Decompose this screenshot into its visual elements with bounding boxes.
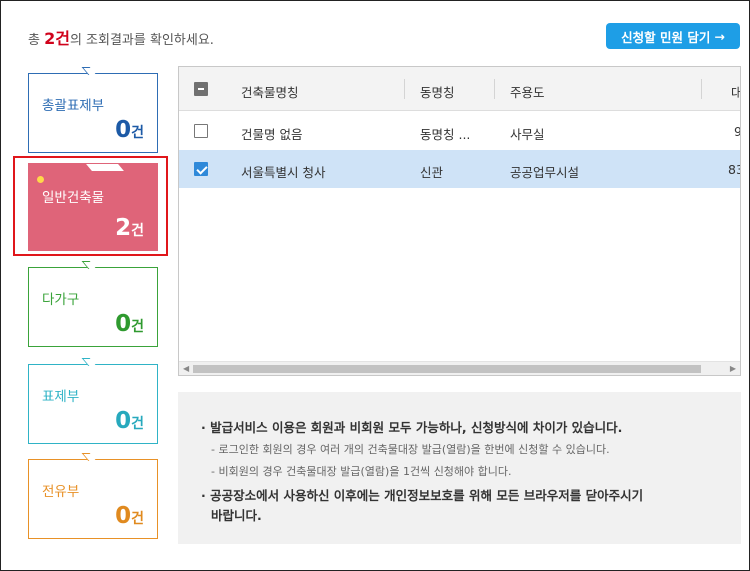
- cell-name: 서울특별시 청사: [241, 165, 326, 180]
- card-count: 0건: [115, 503, 144, 529]
- notice-item: · 공공장소에서 사용하신 이후에는 개인정보보호를 위해 모든 브라우저를 닫…: [201, 488, 644, 503]
- cell-extra: 83: [728, 162, 740, 177]
- cell-name: 건물명 없음: [241, 127, 303, 142]
- scroll-right-icon[interactable]: ▶: [730, 364, 736, 373]
- card-title-section[interactable]: 표제부 0건: [28, 358, 158, 444]
- results-table: 건축물명칭 동명칭 주용도 대 건물명 없음 동명칭 ... 사무실 9 서울특…: [178, 66, 741, 376]
- card-label: 총괄표제부: [42, 98, 105, 114]
- row-checkbox[interactable]: [194, 162, 208, 176]
- card-general-building[interactable]: 일반건축물 2건: [28, 163, 158, 251]
- scroll-left-icon[interactable]: ◀: [183, 364, 189, 373]
- page-frame: 총 2건의 조회결과를 확인하세요. 신청할 민원 담기 → 총괄표제부 0건 …: [0, 0, 750, 571]
- card-count: 0건: [115, 117, 144, 143]
- result-count: 2건: [44, 29, 70, 48]
- column-header-use[interactable]: 주용도: [510, 82, 545, 101]
- card-label: 표제부: [42, 389, 80, 405]
- card-label: 전유부: [42, 484, 80, 500]
- card-multi-family[interactable]: 다가구 0건: [28, 261, 158, 347]
- column-header-extra[interactable]: 대: [731, 82, 740, 101]
- selected-indicator-icon: [37, 176, 44, 183]
- card-count: 2건: [115, 215, 144, 241]
- notice-box: · 발급서비스 이용은 회원과 비회원 모두 가능하나, 신청방식에 차이가 있…: [178, 392, 741, 544]
- notice-item: · 발급서비스 이용은 회원과 비회원 모두 가능하나, 신청방식에 차이가 있…: [201, 420, 623, 435]
- column-header-dong[interactable]: 동명칭: [420, 82, 455, 101]
- card-count: 0건: [115, 408, 144, 434]
- horizontal-scrollbar[interactable]: ◀ ▶: [179, 361, 740, 375]
- card-count: 0건: [115, 311, 144, 337]
- summary-suffix: 의 조회결과를 확인하세요.: [69, 33, 214, 48]
- card-label: 다가구: [42, 292, 80, 308]
- add-to-cart-label: 신청할 민원 담기: [621, 29, 711, 45]
- cell-use: 사무실: [510, 127, 545, 142]
- cell-extra: 9: [734, 124, 740, 139]
- row-checkbox[interactable]: [194, 124, 208, 138]
- notice-item-continued: 바랍니다.: [211, 508, 262, 523]
- summary-prefix: 총: [28, 33, 45, 48]
- result-summary: 총 2건의 조회결과를 확인하세요.: [28, 25, 214, 49]
- cell-use: 공공업무시설: [510, 165, 580, 180]
- card-exclusive-section[interactable]: 전유부 0건: [28, 453, 158, 539]
- cell-dong: 신관: [420, 165, 444, 180]
- arrow-right-icon: →: [714, 28, 725, 44]
- add-to-cart-button[interactable]: 신청할 민원 담기 →: [606, 23, 740, 49]
- card-general-title[interactable]: 총괄표제부 0건: [28, 67, 158, 153]
- card-label: 일반건축물: [42, 190, 105, 206]
- table-row[interactable]: 건물명 없음 동명칭 ... 사무실 9: [179, 112, 740, 150]
- notice-sub-item: - 비회원의 경우 건축물대장 발급(열람)을 1건씩 신청해야 합니다.: [211, 465, 512, 478]
- select-all-checkbox[interactable]: [194, 82, 208, 96]
- table-header: 건축물명칭 동명칭 주용도 대: [179, 67, 740, 111]
- table-row[interactable]: 서울특별시 청사 신관 공공업무시설 83: [179, 150, 740, 188]
- scrollbar-thumb[interactable]: [193, 365, 701, 373]
- notice-sub-item: - 로그인한 회원의 경우 여러 개의 건축물대장 발급(열람)을 한번에 신청…: [211, 443, 610, 456]
- cell-dong: 동명칭 ...: [420, 127, 471, 142]
- column-header-name[interactable]: 건축물명칭: [241, 82, 299, 101]
